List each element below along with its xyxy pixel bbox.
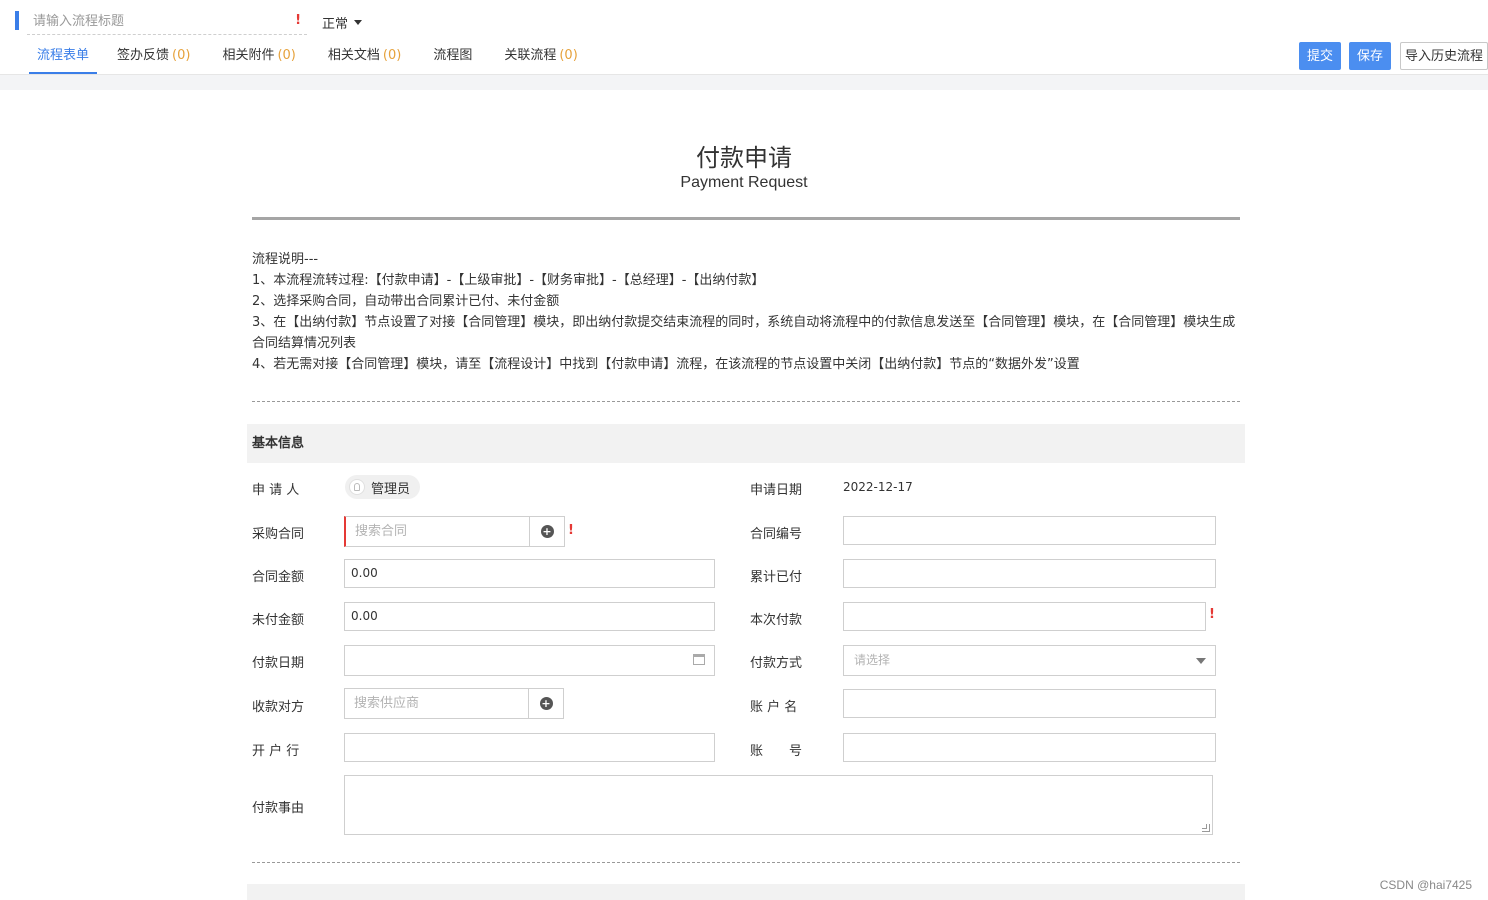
flow-title-field: ! xyxy=(27,9,307,35)
calendar-icon xyxy=(693,654,705,665)
apply-date-label: 申请日期 xyxy=(750,483,803,498)
import-history-button[interactable]: 导入历史流程 xyxy=(1400,42,1488,70)
account-no-label: 账 号 xyxy=(750,744,803,759)
submit-button[interactable]: 提交 xyxy=(1299,42,1341,70)
contract-label: 采购合同 xyxy=(252,527,305,542)
required-mark: ! xyxy=(568,523,574,538)
caret-down-icon xyxy=(354,20,363,25)
resize-handle-icon[interactable] xyxy=(1202,824,1210,832)
payee-search-input[interactable]: 搜索供应商 xyxy=(345,689,528,718)
plus-circle-icon: + xyxy=(540,525,554,538)
paid-total-label: 累计已付 xyxy=(750,570,803,585)
bank-field[interactable] xyxy=(344,733,715,762)
next-section-header xyxy=(247,884,1245,900)
pay-method-placeholder: 请选择 xyxy=(854,653,891,667)
description-line: 流程说明--- xyxy=(252,252,319,267)
this-payment-label: 本次付款 xyxy=(750,613,803,628)
dashed-divider xyxy=(252,401,1240,402)
description-line: 3、在【出纳付款】节点设置了对接【合同管理】模块，即出纳付款提交结束流程的同时，… xyxy=(252,315,1236,351)
form-title: 付款申请 xyxy=(696,144,792,172)
contract-search[interactable]: 搜索合同 + xyxy=(344,516,565,547)
bank-label: 开 户 行 xyxy=(252,744,300,759)
payee-search[interactable]: 搜索供应商 + xyxy=(344,688,564,719)
top-header: ! 正常 流程表单 签办反馈(0) 相关附件(0) 相关文档(0) 流程图 关联… xyxy=(0,0,1488,75)
apply-date-value: 2022-12-17 xyxy=(843,480,913,494)
watermark: CSDN @hai7425 xyxy=(1379,878,1472,892)
description-line: 2、选择采购合同，自动带出合同累计已付、未付金额 xyxy=(252,294,560,309)
flow-title-input[interactable] xyxy=(27,9,287,33)
contract-search-input[interactable]: 搜索合同 xyxy=(346,517,529,546)
account-no-field[interactable] xyxy=(843,733,1216,762)
applicant-chip[interactable]: 管理员 xyxy=(345,475,421,499)
applicant-value: 管理员 xyxy=(371,481,411,497)
form-subtitle: Payment Request xyxy=(680,174,808,191)
header-separator xyxy=(0,75,1488,90)
title-divider xyxy=(252,217,1240,220)
pay-method-select[interactable]: 请选择 xyxy=(843,645,1216,676)
description-line: 1、本流程流转过程:【付款申请】-【上级审批】-【财务审批】-【总经理】-【出纳… xyxy=(252,273,765,288)
contract-amount-label: 合同金额 xyxy=(252,570,305,585)
contract-amount-field[interactable]: 0.00 xyxy=(344,559,715,588)
flow-description: 流程说明--- 1、本流程流转过程:【付款申请】-【上级审批】-【财务审批】-【… xyxy=(252,249,1240,375)
required-mark: ! xyxy=(1209,607,1215,622)
tab-flow-chart[interactable]: 流程图 xyxy=(421,44,484,74)
contract-no-label: 合同编号 xyxy=(750,527,803,542)
reason-textarea[interactable] xyxy=(344,775,1213,835)
account-name-label: 账 户 名 xyxy=(750,700,798,715)
paid-total-field[interactable] xyxy=(843,559,1216,588)
pay-date-picker[interactable] xyxy=(344,645,715,676)
reason-label: 付款事由 xyxy=(252,801,305,816)
payee-add-button[interactable]: + xyxy=(528,689,563,718)
title-accent-bar xyxy=(15,11,19,30)
required-mark: ! xyxy=(295,13,301,28)
tab-documents[interactable]: 相关文档 (0) xyxy=(316,44,413,74)
avatar-icon xyxy=(349,479,365,495)
tab-flow-form[interactable]: 流程表单 xyxy=(29,44,98,74)
account-name-field[interactable] xyxy=(843,689,1216,718)
tab-related-flows[interactable]: 关联流程 (0) xyxy=(492,44,589,74)
plus-circle-icon: + xyxy=(539,697,553,710)
dashed-divider xyxy=(252,862,1240,863)
section-basic-info: 基本信息 xyxy=(247,424,1245,463)
tab-attachments[interactable]: 相关附件 (0) xyxy=(210,44,307,74)
this-payment-field[interactable] xyxy=(843,602,1206,631)
description-line: 4、若无需对接【合同管理】模块，请至【流程设计】中找到【付款申请】流程，在该流程… xyxy=(252,357,1080,372)
save-button[interactable]: 保存 xyxy=(1349,42,1391,70)
tab-bar: 流程表单 签办反馈 (0) 相关附件 (0) 相关文档 (0) 流程图 关联流程 (0) xyxy=(29,44,598,74)
unpaid-label: 未付金额 xyxy=(252,613,305,628)
status-value: 正常 xyxy=(322,17,349,32)
contract-add-button[interactable]: + xyxy=(529,517,564,546)
unpaid-field[interactable]: 0.00 xyxy=(344,602,715,631)
pay-date-label: 付款日期 xyxy=(252,656,305,671)
pay-method-label: 付款方式 xyxy=(750,656,803,671)
payee-label: 收款对方 xyxy=(252,700,305,715)
contract-no-field[interactable] xyxy=(843,516,1216,545)
chevron-down-icon xyxy=(1196,658,1206,664)
status-dropdown[interactable]: 正常 xyxy=(322,13,363,32)
tab-feedback[interactable]: 签办反馈 (0) xyxy=(105,44,202,74)
applicant-label: 申 请 人 xyxy=(252,483,300,498)
